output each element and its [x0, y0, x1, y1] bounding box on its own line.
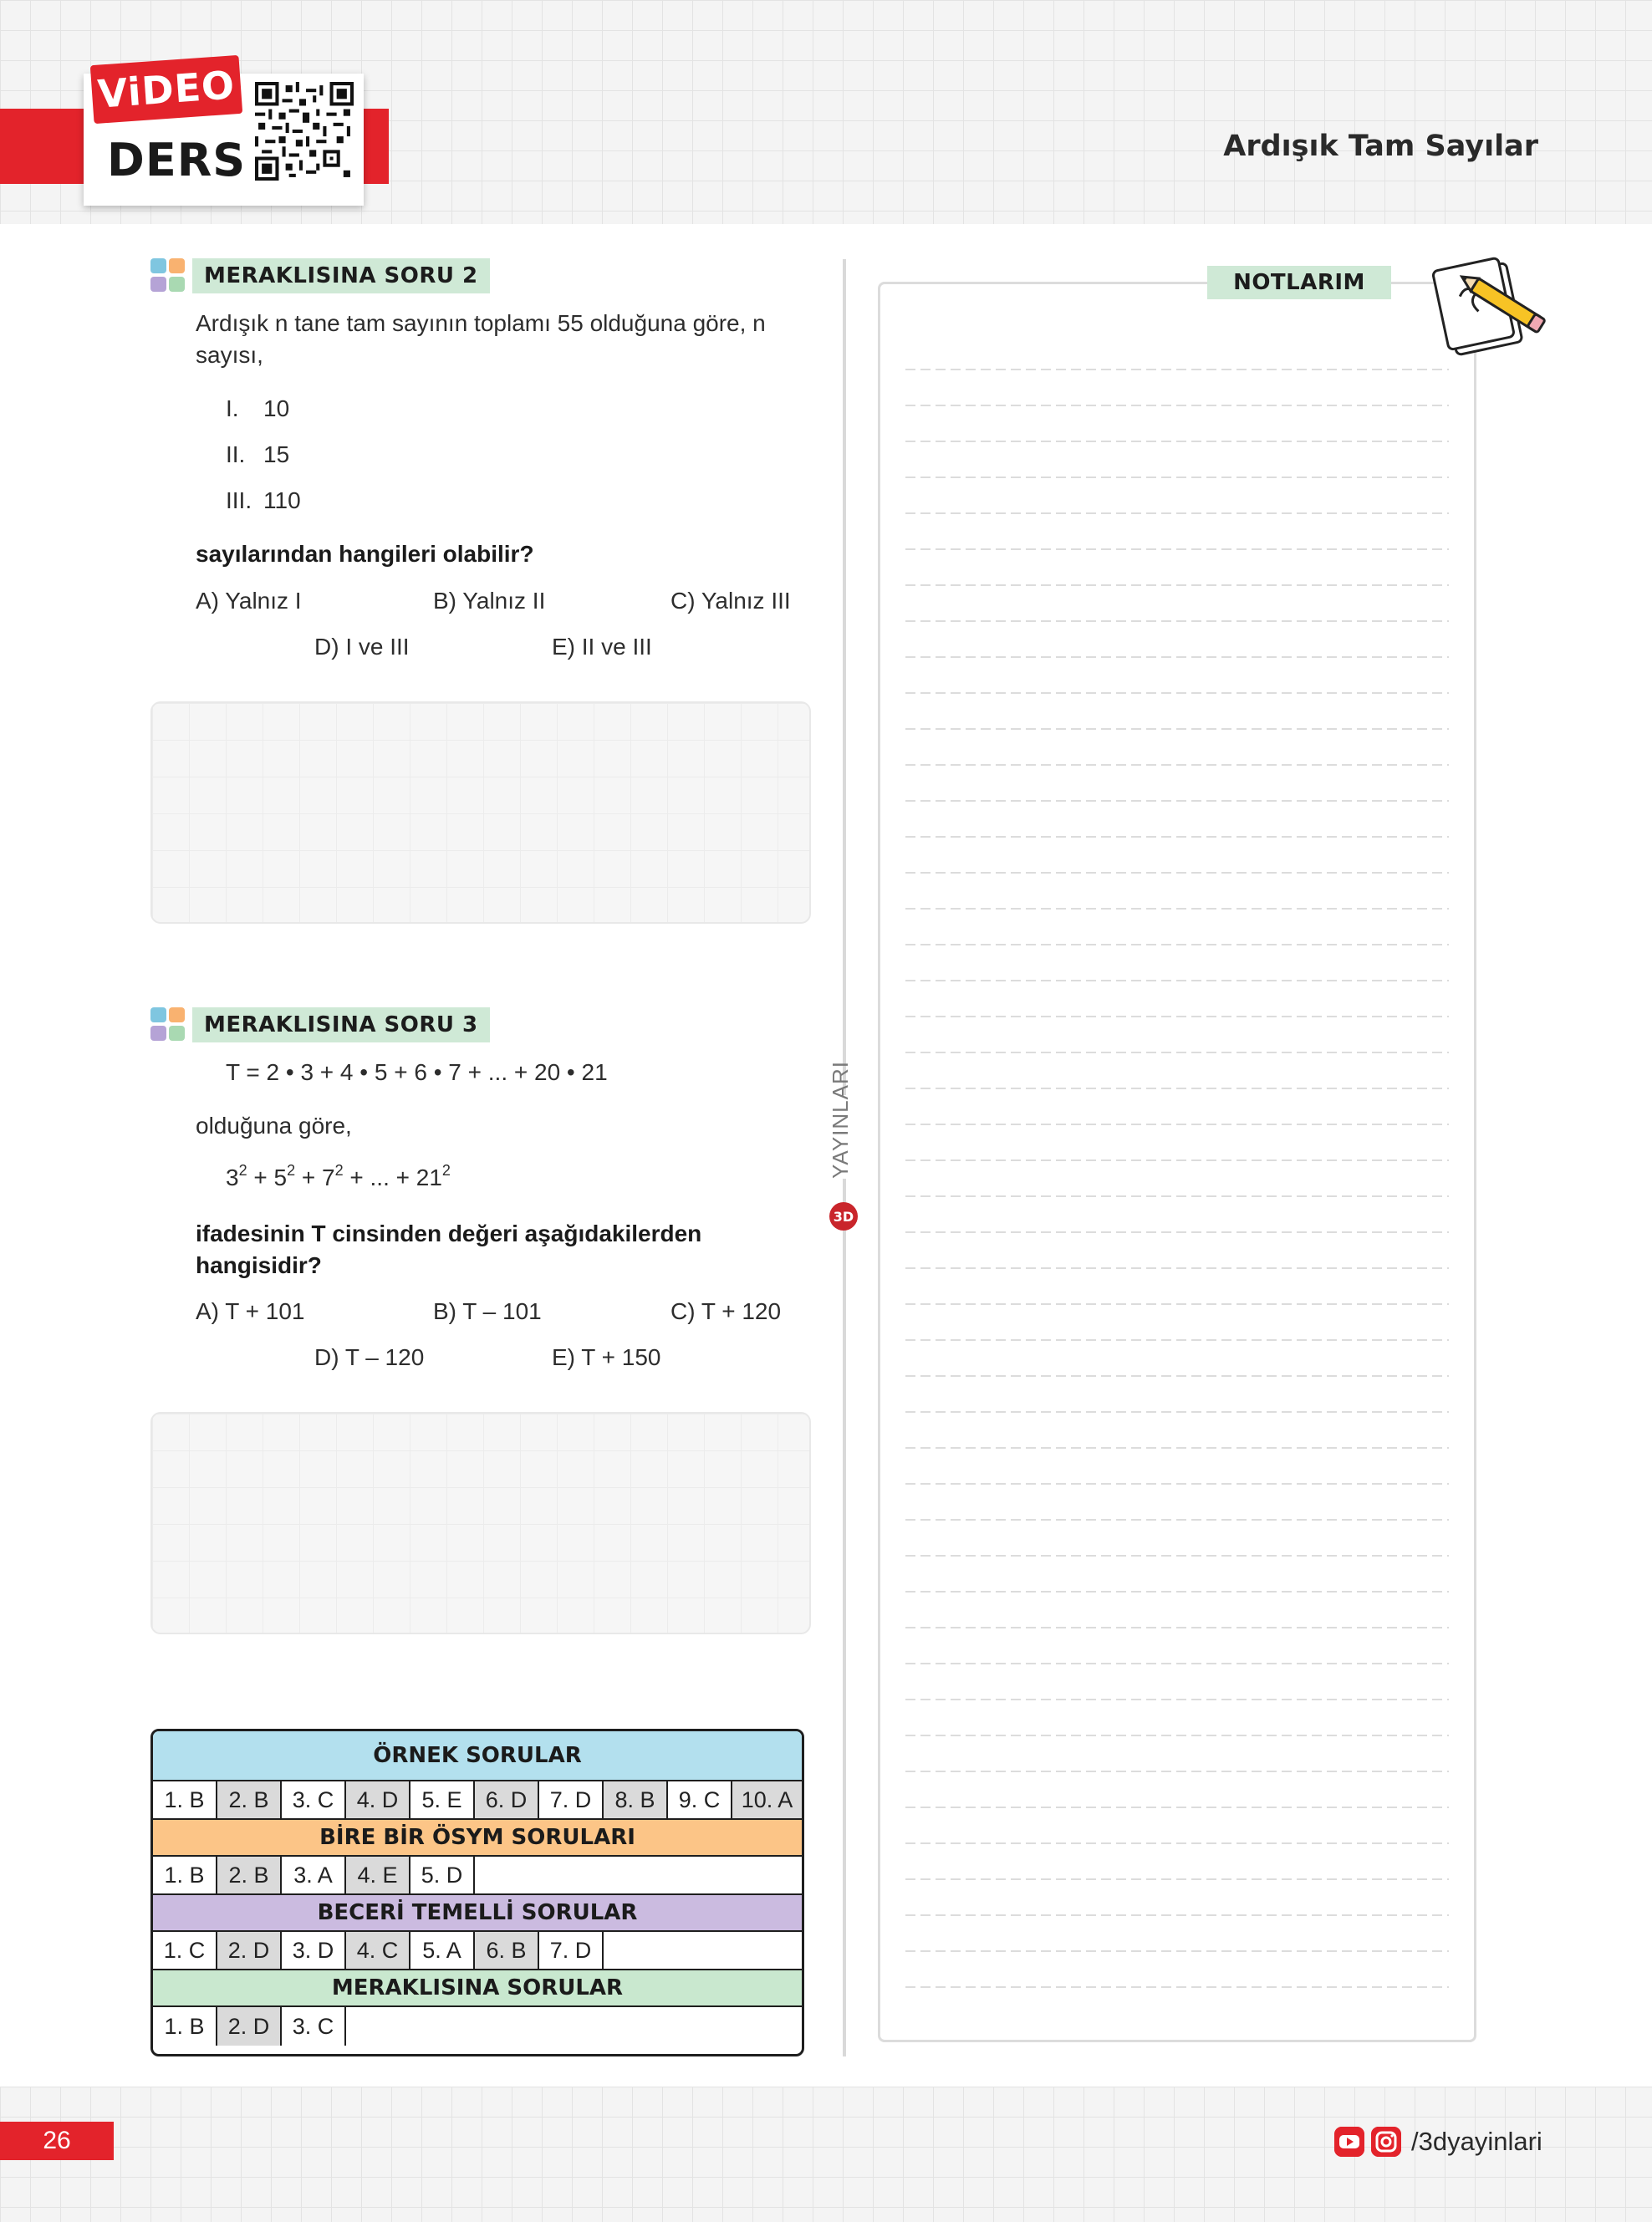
question-3-expression: T = 2 • 3 + 4 • 5 + 6 • 7 + ... + 20 • 2…	[226, 1059, 608, 1085]
question-3-sum-expression: 32 + 52 + 72 + ... + 212	[226, 1162, 451, 1194]
answer-cell: 3. C	[282, 2007, 346, 2046]
answer-cell: 4. D	[346, 1781, 410, 1818]
answer-cell: 1. C	[153, 1932, 217, 1969]
answer-cell: 10. A	[732, 1781, 802, 1818]
item-value: 110	[263, 487, 301, 513]
answer-cell: 7. D	[539, 1932, 604, 1969]
header-red-bar	[0, 109, 92, 184]
roman-numeral: I.	[226, 395, 239, 421]
answer-cell: 1. B	[153, 1857, 217, 1893]
answer-cell: 3. C	[282, 1781, 346, 1818]
answer-key-section-title: BİRE BİR ÖSYM SORULARI	[153, 1820, 802, 1857]
answer-cell: 8. B	[604, 1781, 668, 1818]
question-3-prompt-line-2: hangisidir?	[196, 1252, 322, 1278]
notes-label: NOTLARIM	[1207, 266, 1391, 299]
choice-e[interactable]: E) T + 150	[552, 1342, 661, 1373]
exponent: 2	[441, 1162, 451, 1179]
answer-key-row: 1. B 2. D 3. C	[153, 2007, 802, 2046]
roman-numeral: III.	[226, 487, 252, 513]
answer-key-table: ÖRNEK SORULAR 1. B 2. B 3. C 4. D 5. E 6…	[150, 1729, 804, 2056]
sum-term: 3	[226, 1165, 239, 1190]
answer-cell: 7. D	[539, 1781, 604, 1818]
solution-area-2[interactable]	[150, 701, 811, 924]
sum-term: + ... + 21	[343, 1165, 442, 1190]
question-2-label: MERAKLISINA SORU 2	[192, 258, 490, 293]
social-links[interactable]: /3dyayinlari	[1334, 2123, 1542, 2160]
grid-squares-icon	[150, 1007, 187, 1042]
video-badge: ViDEO	[89, 54, 243, 125]
question-2-stem-line-2: sayısı,	[196, 342, 263, 368]
question-2-header: MERAKLISINA SORU 2	[150, 258, 490, 293]
answer-cell: 1. B	[153, 1781, 217, 1818]
question-3-header: MERAKLISINA SORU 3	[150, 1007, 490, 1042]
answer-cell: 2. B	[217, 1857, 282, 1893]
answer-key-row: 1. C 2. D 3. D 4. C 5. A 6. B 7. D	[153, 1932, 802, 1970]
publisher-logo-icon: 3D	[829, 1202, 858, 1231]
youtube-icon[interactable]	[1334, 2127, 1364, 2157]
ders-label: DERS	[107, 134, 247, 186]
qr-code-icon[interactable]	[255, 82, 354, 181]
solution-area-3[interactable]	[150, 1412, 811, 1634]
notepad-pencil-icon	[1430, 251, 1555, 359]
grid-squares-icon	[150, 258, 187, 293]
roman-numeral: II.	[226, 441, 246, 467]
instagram-icon[interactable]	[1371, 2127, 1401, 2157]
choice-c[interactable]: C) Yalnız III	[670, 585, 791, 617]
choice-c[interactable]: C) T + 120	[670, 1296, 781, 1328]
choice-e[interactable]: E) II ve III	[552, 631, 652, 663]
notes-panel[interactable]	[878, 282, 1476, 2042]
answer-key-section-title: BECERİ TEMELLİ SORULAR	[153, 1895, 802, 1932]
exponent: 2	[238, 1162, 247, 1179]
answer-cell: 6. B	[475, 1932, 539, 1969]
choice-b[interactable]: B) T – 101	[433, 1296, 542, 1328]
item-value: 15	[263, 441, 290, 467]
answer-cell: 2. B	[217, 1781, 282, 1818]
exponent: 2	[287, 1162, 296, 1179]
answer-cell: 4. E	[346, 1857, 410, 1893]
sum-term: + 7	[295, 1165, 335, 1190]
answer-cell: 6. D	[475, 1781, 539, 1818]
sum-term: + 5	[247, 1165, 288, 1190]
answer-cell: 2. D	[217, 1932, 282, 1969]
exponent: 2	[334, 1162, 344, 1179]
answer-key-row: 1. B 2. B 3. C 4. D 5. E 6. D 7. D 8. B …	[153, 1781, 802, 1820]
item-value: 10	[263, 395, 290, 421]
video-lesson-card[interactable]: ViDEO DERS	[84, 54, 364, 206]
publisher-side-label: YAYINLARI	[828, 1061, 861, 1179]
question-2-stem-line-1: Ardışık n tane tam sayının toplamı 55 ol…	[196, 310, 766, 336]
question-3-prompt-line-1: ifadesinin T cinsinden değeri aşağıdakil…	[196, 1221, 702, 1246]
answer-cell: 1. B	[153, 2007, 217, 2046]
answer-cell: 2. D	[217, 2007, 282, 2046]
answer-cell: 9. C	[668, 1781, 732, 1818]
page-number: 26	[0, 2122, 114, 2160]
answer-cell: 5. E	[410, 1781, 475, 1818]
social-handle[interactable]: /3dyayinlari	[1411, 2127, 1542, 2157]
answer-key-section-title: MERAKLISINA SORULAR	[153, 1970, 802, 2007]
answer-key-section-title: ÖRNEK SORULAR	[153, 1731, 802, 1781]
choice-d[interactable]: D) I ve III	[314, 631, 410, 663]
answer-cell: 3. A	[282, 1857, 346, 1893]
choice-a[interactable]: A) Yalnız I	[196, 585, 302, 617]
notes-lines	[905, 334, 1449, 2015]
choice-b[interactable]: B) Yalnız II	[433, 585, 545, 617]
answer-key-row: 1. B 2. B 3. A 4. E 5. D	[153, 1857, 802, 1895]
question-3-label: MERAKLISINA SORU 3	[192, 1007, 490, 1042]
answer-cell: 4. C	[346, 1932, 410, 1969]
choice-a[interactable]: A) T + 101	[196, 1296, 305, 1328]
answer-cell: 5. A	[410, 1932, 475, 1969]
answer-cell: 3. D	[282, 1932, 346, 1969]
question-3-given: olduğuna göre,	[196, 1113, 352, 1139]
choice-d[interactable]: D) T – 120	[314, 1342, 424, 1373]
chapter-title: Ardışık Tam Sayılar	[1223, 130, 1538, 163]
question-2-prompt: sayılarından hangileri olabilir?	[196, 541, 534, 567]
answer-cell: 5. D	[410, 1857, 475, 1893]
